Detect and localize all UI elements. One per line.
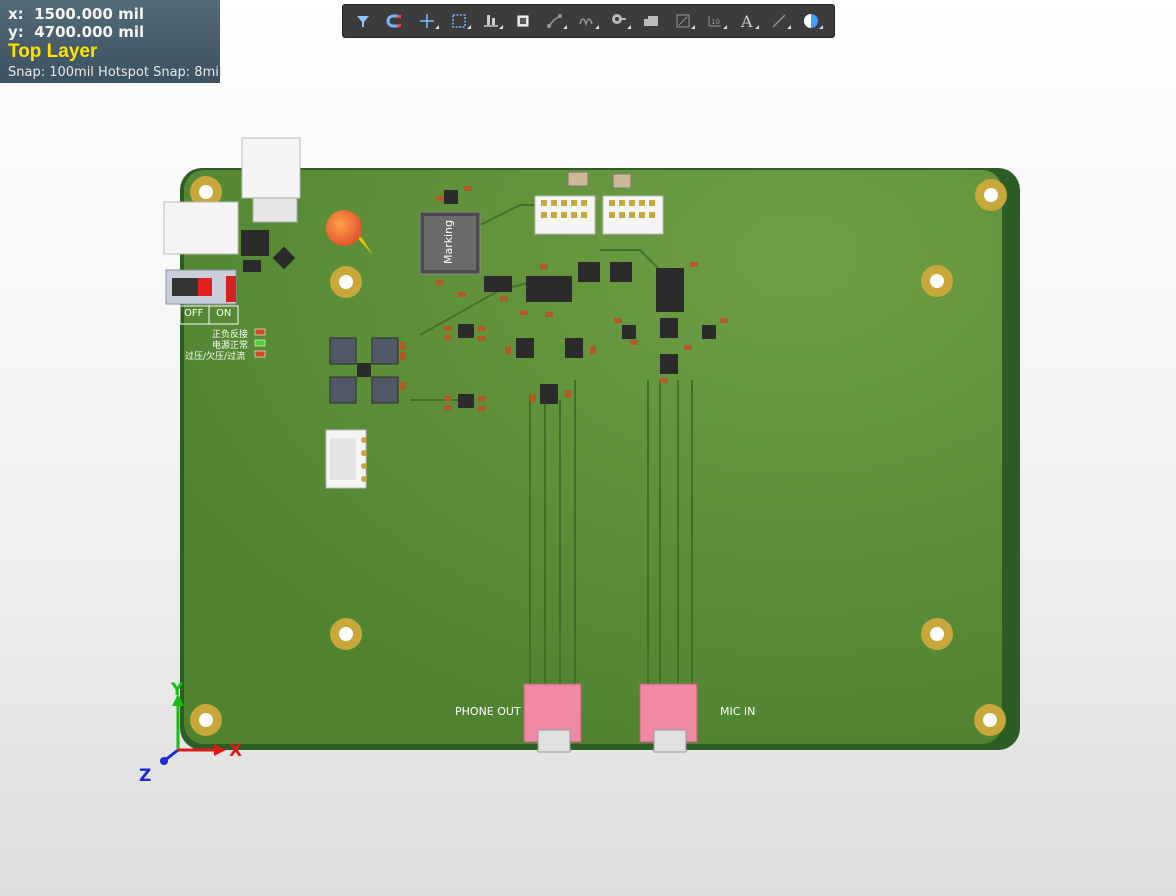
phone-out-label: PHONE OUT <box>455 705 521 718</box>
mic-in-label: MIC IN <box>720 705 756 718</box>
component-tool-icon[interactable] <box>510 8 536 34</box>
switch-off-label: OFF <box>184 308 204 319</box>
filter-tool-icon[interactable] <box>350 8 376 34</box>
phone-out-jack <box>523 683 582 753</box>
hud-snap-info: Snap: 100mil Hotspot Snap: 8mil <box>8 65 223 80</box>
board-surface <box>184 170 1002 744</box>
via-tool-icon[interactable] <box>606 8 632 34</box>
axis-x-label: X <box>229 741 243 761</box>
axis-y-label: Y <box>171 680 184 700</box>
status-leds <box>254 328 266 358</box>
pcb-3d-view[interactable] <box>0 0 1176 896</box>
designator-tool-icon[interactable]: 10 <box>702 8 728 34</box>
diffpair-tool-icon[interactable] <box>574 8 600 34</box>
select-rect-tool-icon[interactable] <box>446 8 472 34</box>
svg-text:A: A <box>740 12 753 31</box>
crosshair-tool-icon[interactable] <box>414 8 440 34</box>
text-tool-icon[interactable]: A <box>734 8 760 34</box>
active-bar-toolbar: 10 A <box>342 4 835 38</box>
magnet-tool-icon[interactable] <box>382 8 408 34</box>
coordinate-hud: x: 1500.000 mil y: 4700.000 mil Top Laye… <box>0 0 223 83</box>
axis-z-label: Z <box>139 766 152 786</box>
hud-current-layer: Top Layer <box>8 41 98 62</box>
inductor-marking: Marking <box>442 219 455 264</box>
jst-connector <box>325 429 367 489</box>
route-tool-icon[interactable] <box>542 8 568 34</box>
hud-y-coordinate: y: 4700.000 mil <box>8 23 145 41</box>
svg-text:10: 10 <box>711 18 720 26</box>
dimension-tool-icon[interactable] <box>670 8 696 34</box>
polygon-tool-icon[interactable] <box>638 8 664 34</box>
line-tool-icon[interactable] <box>766 8 792 34</box>
hud-x-coordinate: x: 1500.000 mil <box>8 5 145 23</box>
switch-on-label: ON <box>216 308 232 319</box>
mic-in-jack <box>639 683 698 753</box>
led-label-fault: 过压/欠压/过流 <box>185 352 246 362</box>
align-tool-icon[interactable] <box>478 8 504 34</box>
view-3d-icon[interactable] <box>798 8 824 34</box>
